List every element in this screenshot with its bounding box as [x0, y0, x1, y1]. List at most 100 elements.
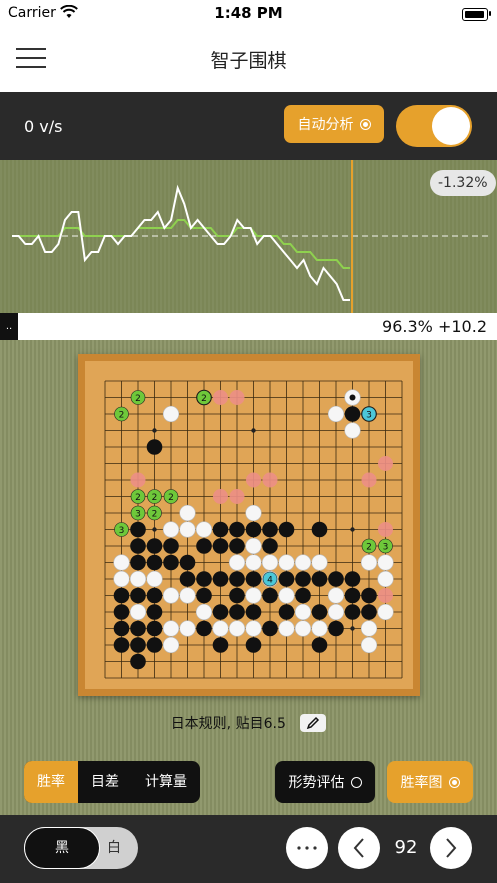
candidate-label: 3	[383, 543, 389, 553]
graph-texture	[4, 160, 6, 313]
candidate-label: 2	[135, 394, 141, 404]
graph-texture	[200, 160, 202, 313]
white-stone	[179, 504, 196, 522]
winrate-graph-svg	[0, 160, 497, 313]
winrate-graph[interactable]: -1.32%	[0, 160, 497, 313]
rule-text: 日本规则, 贴目6.5	[170, 716, 286, 732]
white-stone	[360, 620, 378, 637]
seg-playouts[interactable]: 计算量	[132, 761, 200, 803]
graph-texture	[188, 160, 190, 313]
black-stone	[113, 587, 130, 604]
black-stone	[245, 521, 262, 538]
winrate-chart-button[interactable]: 胜率图	[387, 761, 473, 803]
black-stone	[179, 554, 196, 571]
black-stone	[212, 538, 229, 554]
graph-texture	[368, 160, 370, 313]
black-stone	[163, 554, 179, 571]
black-stone	[196, 620, 212, 637]
seg-score-diff[interactable]: 目差	[78, 761, 132, 803]
white-stone	[245, 504, 262, 522]
battery-icon	[462, 8, 488, 21]
black-stone	[113, 604, 130, 620]
speed-readout: 0 v/s	[24, 117, 63, 136]
white-stone	[377, 570, 394, 588]
black-stone	[130, 538, 146, 554]
toggle-knob	[432, 107, 470, 145]
candidate-label: 2	[135, 493, 141, 503]
graph-texture	[140, 160, 142, 313]
graph-texture	[420, 160, 422, 313]
white-stone	[228, 620, 246, 637]
graph-texture	[360, 160, 362, 313]
graph-texture	[208, 160, 210, 313]
situation-eval-button[interactable]: 形势评估	[275, 761, 375, 803]
black-stone	[130, 587, 146, 604]
white-stone	[162, 636, 180, 654]
suggestion-mark	[213, 390, 228, 405]
metric-segmented-control: 胜率 目差 计算量	[24, 761, 200, 803]
black-stone	[179, 571, 196, 587]
white-stone	[377, 554, 394, 571]
go-board[interactable]: 2222223232334	[85, 361, 413, 689]
radio-on-icon	[359, 118, 371, 130]
edit-rules-button[interactable]	[300, 714, 327, 732]
black-stone	[328, 571, 344, 587]
next-move-button[interactable]	[430, 827, 472, 869]
suggestion-mark	[378, 456, 393, 471]
black-stone	[311, 571, 328, 587]
black-stone	[196, 538, 212, 554]
black-stone	[361, 604, 377, 620]
chevron-left-icon	[353, 838, 364, 858]
white-stone	[195, 521, 213, 538]
black-stone	[278, 521, 295, 538]
black-stone	[295, 571, 311, 587]
white-stone	[162, 620, 180, 637]
black-stone	[311, 637, 328, 653]
graph-texture	[240, 160, 242, 313]
more-button[interactable]	[286, 827, 328, 869]
graph-texture	[248, 160, 250, 313]
suggestion-mark	[246, 472, 261, 488]
black-stone	[130, 521, 146, 538]
black-stone	[212, 521, 229, 538]
black-stone	[130, 620, 146, 637]
nav-bar: 智子围棋	[0, 26, 497, 93]
white-label: 白	[107, 840, 121, 856]
white-stone	[245, 537, 262, 555]
black-stone	[212, 604, 229, 620]
white-stone	[245, 620, 262, 637]
info-left-mark: ..	[0, 313, 18, 340]
info-bar: .. 96.3% +10.2	[0, 313, 497, 340]
graph-texture	[300, 160, 302, 313]
candidate-label: 3	[366, 411, 372, 421]
star-point	[350, 527, 355, 532]
candidate-label: 2	[168, 493, 174, 503]
white-stone	[278, 587, 295, 604]
graph-texture	[180, 160, 182, 313]
analysis-toggle[interactable]	[396, 105, 472, 147]
black-stone	[229, 538, 245, 554]
black-stone	[295, 587, 311, 604]
seg-winrate[interactable]: 胜率	[24, 761, 78, 803]
black-stone	[328, 620, 344, 637]
radio-off-icon	[350, 776, 362, 788]
white-stone	[113, 554, 130, 571]
winrate-delta-badge: -1.32%	[430, 170, 496, 196]
black-stone	[113, 620, 130, 637]
white-stone	[162, 405, 180, 423]
graph-texture	[160, 160, 162, 313]
turn-color-toggle[interactable]: 白 黑	[24, 827, 138, 869]
white-stone	[377, 603, 394, 621]
graph-texture	[288, 160, 290, 313]
graph-texture	[168, 160, 170, 313]
graph-texture	[320, 160, 322, 313]
graph-texture	[0, 160, 2, 313]
previous-move-button[interactable]	[338, 827, 380, 869]
white-stone	[327, 603, 345, 621]
black-pill: 黑	[24, 827, 100, 869]
white-stone	[162, 521, 180, 538]
white-stone	[129, 570, 147, 588]
auto-analysis-button[interactable]: 自动分析	[284, 105, 384, 143]
graph-texture	[348, 160, 350, 313]
status-bar: Carrier 1:48 PM	[0, 0, 497, 26]
